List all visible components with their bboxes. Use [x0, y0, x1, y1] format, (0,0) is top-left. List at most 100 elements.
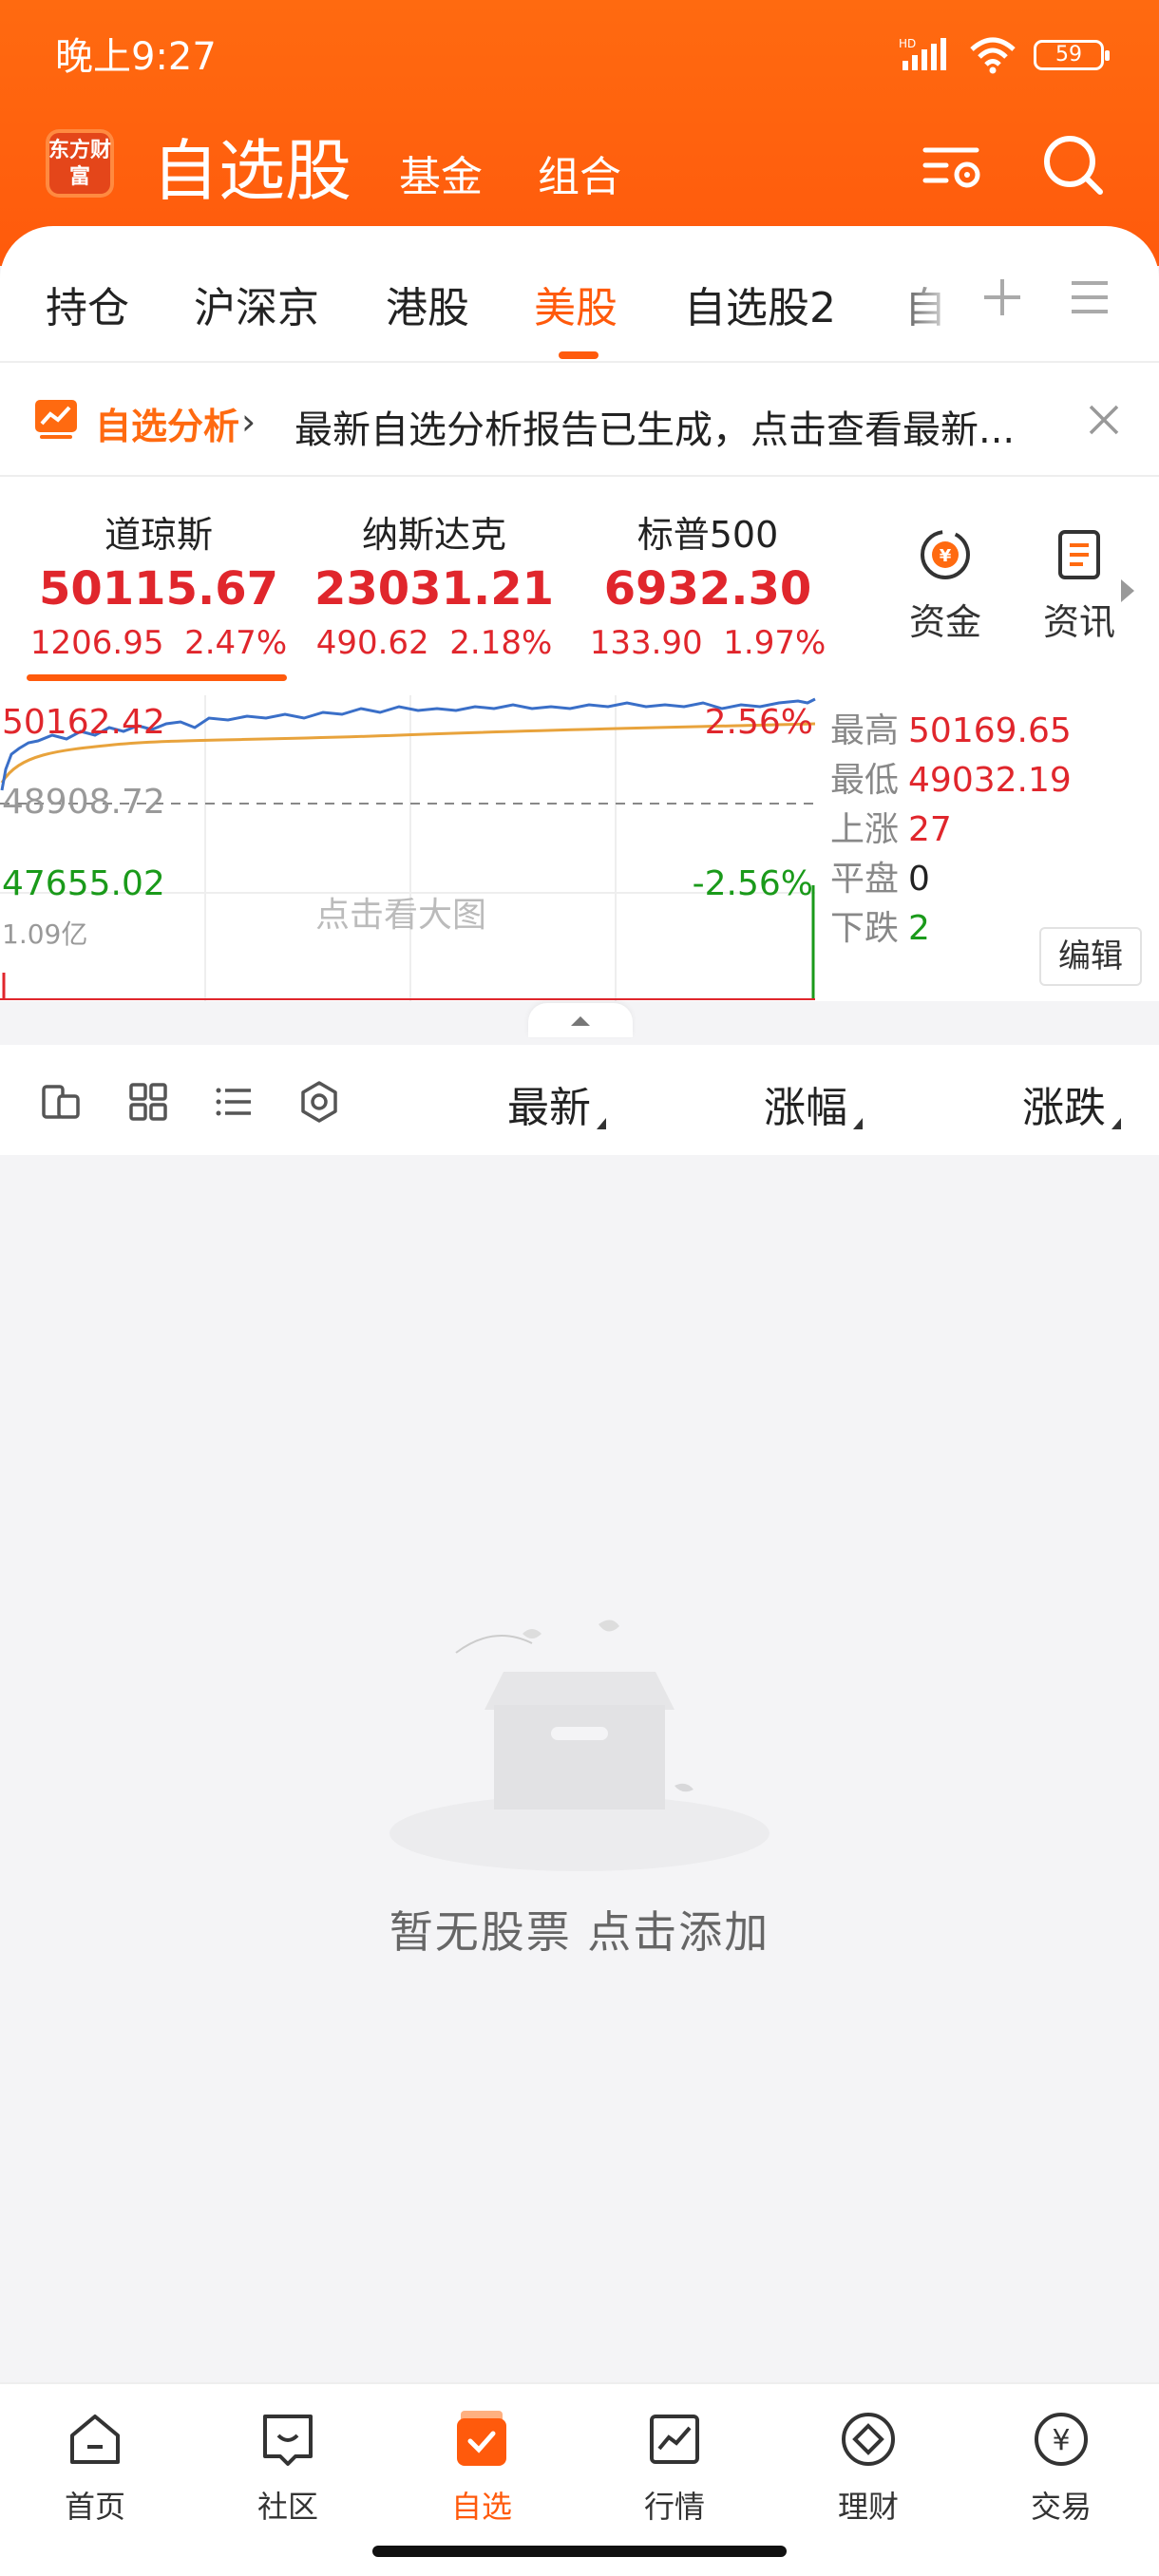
- grid-view-icon[interactable]: [125, 1079, 171, 1125]
- nav-community[interactable]: 社区: [212, 2405, 364, 2527]
- empty-state-message[interactable]: 暂无股票 点击添加: [0, 1898, 1159, 1960]
- trade-icon: ¥: [1035, 2413, 1088, 2466]
- nav-label: 自选: [450, 2489, 512, 2525]
- svg-text:¥: ¥: [1052, 2424, 1070, 2457]
- home-icon: [70, 2415, 120, 2464]
- nav-label: 首页: [64, 2489, 125, 2525]
- chart-low-pct: -2.56%: [692, 864, 813, 903]
- nav-label: 社区: [256, 2489, 318, 2525]
- tab-watchlist2[interactable]: 自选股2: [684, 274, 836, 334]
- settings-icon[interactable]: [296, 1079, 342, 1125]
- stat-high-label: 最高: [830, 711, 900, 750]
- list-settings-icon[interactable]: [918, 129, 990, 201]
- chart-high-value: 50162.42: [2, 703, 165, 742]
- index-change: 133.90 1.97%: [589, 624, 826, 662]
- news-button[interactable]: 资讯: [1022, 524, 1136, 645]
- nav-label: 行情: [643, 2489, 705, 2525]
- tab-holdings[interactable]: 持仓: [46, 274, 129, 334]
- nav-label: 交易: [1030, 2489, 1092, 2525]
- analysis-tag: 自选分析: [95, 406, 240, 447]
- sort-change-pct[interactable]: 涨幅: [764, 1073, 863, 1134]
- scroll-right-icon[interactable]: [1121, 579, 1134, 602]
- collapse-chart-button[interactable]: [528, 1003, 633, 1037]
- edit-button[interactable]: 编辑: [1039, 927, 1142, 986]
- index-change: 490.62 2.18%: [315, 624, 553, 662]
- index-value: 50115.67: [38, 562, 279, 616]
- home-indicator[interactable]: [372, 2546, 787, 2557]
- intraday-chart[interactable]: 50162.42 48908.72 47655.02 2.56% -2.56% …: [0, 695, 1159, 1001]
- chart-low-value: 47655.02: [2, 864, 165, 903]
- list-view-icon[interactable]: [211, 1079, 256, 1125]
- stat-flat-value: 0: [908, 860, 930, 899]
- nav-wealth[interactable]: 理财: [792, 2405, 944, 2527]
- stat-down-value: 2: [908, 909, 930, 948]
- sort-change[interactable]: 涨跌: [1022, 1073, 1121, 1134]
- index-value: 23031.21: [314, 562, 555, 616]
- list-header: 最新 涨幅 涨跌: [0, 1045, 1159, 1155]
- news-label: 资讯: [1042, 601, 1115, 643]
- index-sp500[interactable]: 标普500 6932.30 133.90 1.97%: [570, 511, 846, 667]
- chart-enlarge-hint[interactable]: 点击看大图: [315, 887, 486, 937]
- search-icon[interactable]: [1037, 129, 1110, 201]
- nav-trade[interactable]: ¥ 交易: [985, 2405, 1137, 2527]
- market-tabs-panel: 持仓 沪深京 港股 美股 自选股2 自: [0, 226, 1159, 361]
- tab-hushenjing[interactable]: 沪深京: [194, 274, 319, 334]
- tab-hk-stocks[interactable]: 港股: [386, 274, 469, 334]
- active-tab-indicator: [559, 351, 598, 359]
- nav-portfolio[interactable]: 组合: [538, 142, 621, 203]
- fund-flow-label: 资金: [908, 601, 981, 643]
- wealth-icon: [842, 2413, 895, 2466]
- chart-prev-close: 48908.72: [2, 783, 165, 822]
- chevron-right-icon: ›: [241, 401, 256, 443]
- index-change: 1206.95 2.47%: [29, 624, 288, 662]
- news-icon: [1058, 530, 1100, 579]
- chevron-up-icon: [571, 1016, 590, 1026]
- switch-view-icon[interactable]: [38, 1079, 84, 1125]
- index-name: 纳斯达克: [361, 514, 506, 556]
- signal-label: HD: [899, 37, 916, 50]
- status-time: 晚上9:27: [55, 35, 217, 79]
- empty-box-illustration: [390, 1619, 770, 1871]
- market-icon: [650, 2415, 699, 2464]
- status-bar: 晚上9:27 HD 59: [55, 28, 1110, 85]
- tab-us-stocks[interactable]: 美股: [534, 274, 618, 334]
- signal-icon: HD: [899, 37, 946, 70]
- tab-menu-icon[interactable]: [1056, 264, 1123, 331]
- stat-low-label: 最低: [830, 761, 900, 800]
- index-nasdaq[interactable]: 纳斯达克 23031.21 490.62 2.18%: [296, 511, 572, 667]
- page-title: 自选股: [152, 132, 352, 210]
- stat-up-label: 上涨: [830, 810, 900, 849]
- add-tab-icon[interactable]: [969, 264, 1036, 331]
- index-name: 标普500: [636, 514, 779, 556]
- index-dow[interactable]: 道琼斯 50115.67 1206.95 2.47%: [21, 511, 296, 667]
- nav-fund[interactable]: 基金: [399, 142, 483, 203]
- close-icon[interactable]: [1085, 401, 1123, 439]
- nav-home[interactable]: 首页: [19, 2405, 171, 2527]
- tab-fade: [884, 264, 978, 331]
- index-name: 道琼斯: [104, 514, 213, 556]
- fund-flow-icon: ¥: [921, 530, 970, 579]
- fund-flow-button[interactable]: ¥ 资金: [888, 524, 1002, 645]
- stat-high-value: 50169.65: [908, 711, 1072, 750]
- stat-down-label: 下跌: [830, 909, 900, 948]
- battery-icon: 59: [1034, 40, 1110, 70]
- wifi-icon: [970, 37, 1016, 74]
- banner-message: 最新自选分析报告已生成，点击查看最新...: [294, 408, 1016, 452]
- app-logo: 东方财富: [46, 129, 114, 198]
- analysis-banner[interactable]: 自选分析 › 最新自选分析报告已生成，点击查看最新...: [0, 361, 1159, 477]
- community-icon: [263, 2415, 313, 2466]
- index-value: 6932.30: [603, 562, 812, 616]
- market-stats: 最高 50169.65 最低 49032.19 上涨 27 平盘 0 下跌 2: [830, 703, 1072, 950]
- sort-latest[interactable]: 最新: [507, 1073, 606, 1134]
- nav-market[interactable]: 行情: [598, 2405, 750, 2527]
- stat-flat-label: 平盘: [830, 860, 900, 899]
- index-quotes: 道琼斯 50115.67 1206.95 2.47% 纳斯达克 23031.21…: [0, 477, 1159, 695]
- chart-volume: 1.09亿: [2, 919, 88, 950]
- watchlist-icon: [457, 2411, 506, 2466]
- analysis-chart-icon: [35, 400, 77, 439]
- nav-watchlist[interactable]: 自选: [406, 2405, 558, 2527]
- chart-high-pct: 2.56%: [704, 703, 813, 742]
- stat-up-value: 27: [908, 810, 952, 849]
- stat-low-value: 49032.19: [908, 761, 1072, 800]
- active-index-indicator: [27, 674, 287, 681]
